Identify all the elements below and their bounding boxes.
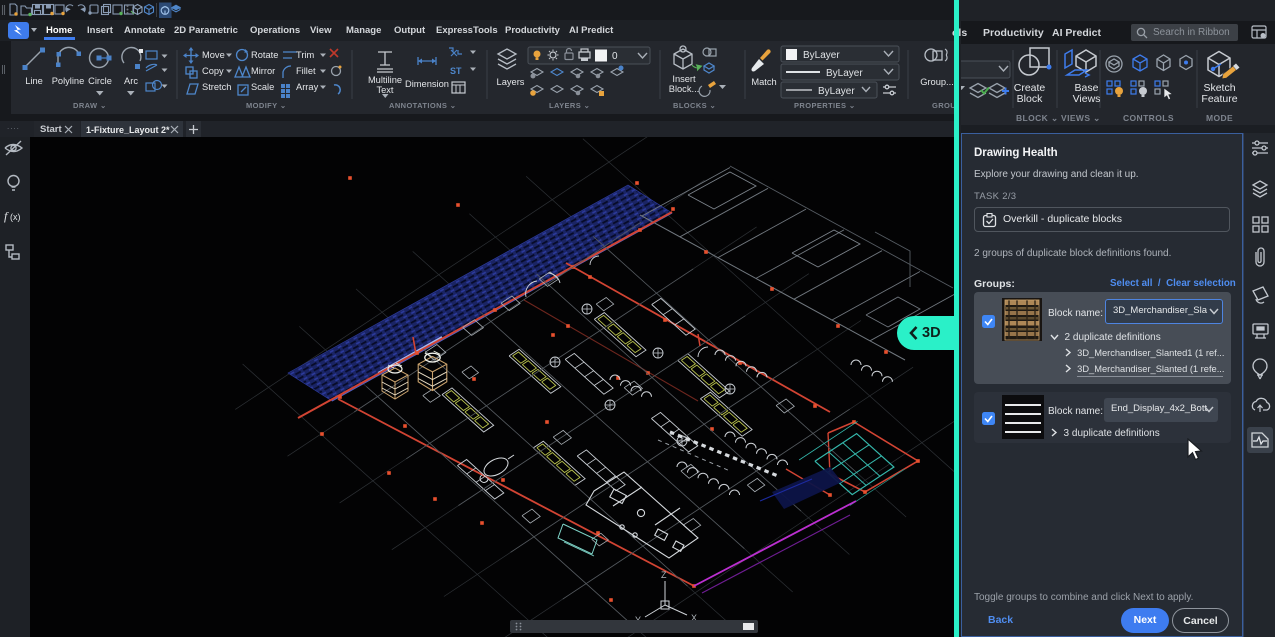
svg-text:ByLayer: ByLayer — [818, 86, 855, 97]
svg-text:f: f — [4, 209, 9, 223]
svg-text:Z: Z — [661, 570, 667, 580]
svg-text:(x): (x) — [10, 212, 21, 222]
svg-text:ByLayer: ByLayer — [803, 50, 840, 61]
svg-text:ByLayer: ByLayer — [826, 68, 863, 79]
svg-text:ST: ST — [450, 66, 462, 76]
svg-text:0: 0 — [612, 51, 618, 62]
